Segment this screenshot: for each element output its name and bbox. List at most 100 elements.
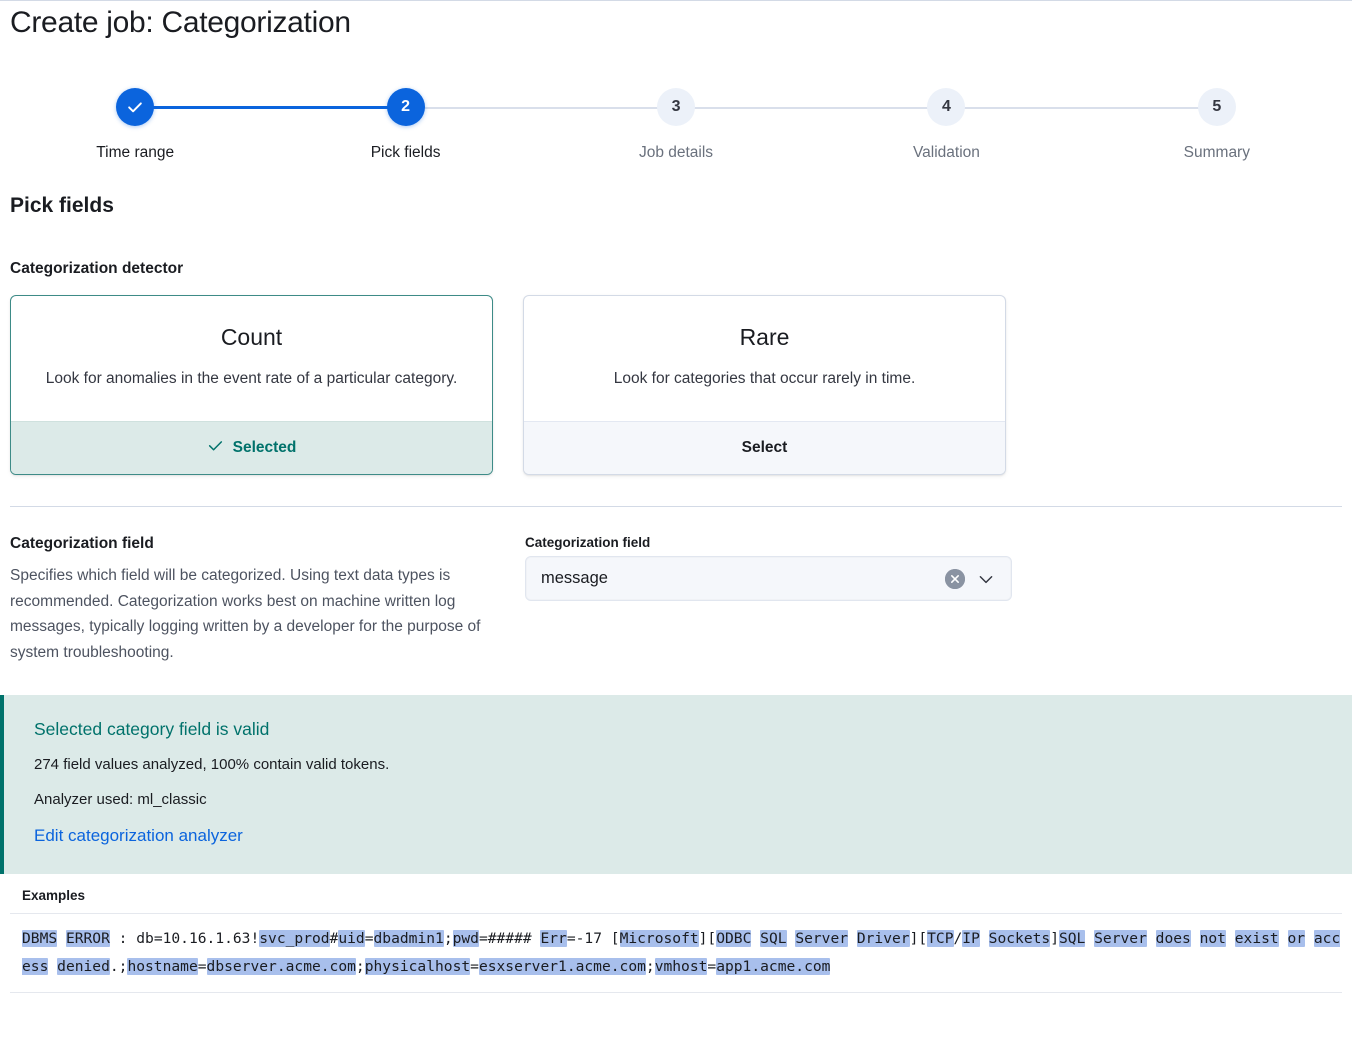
example-token: pwd [453, 930, 479, 947]
example-token: Driver [857, 930, 910, 947]
detector-card-count-action-label: Selected [233, 439, 297, 457]
example-separator: = [198, 958, 207, 975]
wizard-step-label: Pick fields [371, 144, 441, 162]
example-text: DBMS ERROR : db=10.16.1.63!svc_prod#uid=… [22, 925, 1342, 981]
example-token: uid [338, 930, 364, 947]
wizard-step-pick-fields[interactable]: 2 Pick fields [270, 88, 540, 162]
example-separator: ] [1050, 930, 1059, 947]
detector-card-count-body: Count Look for anomalies in the event ra… [11, 296, 492, 421]
edit-categorization-analyzer-link[interactable]: Edit categorization analyzer [34, 826, 243, 845]
example-separator [48, 958, 57, 975]
example-token: vmhost [655, 958, 708, 975]
example-separator: = [707, 958, 716, 975]
example-token: SQL [1059, 930, 1085, 947]
example-separator: .; [110, 958, 128, 975]
example-token: exist [1235, 930, 1279, 947]
categorization-field-info: Categorization field Specifies which fie… [10, 535, 515, 665]
example-token: Server [1094, 930, 1147, 947]
example-separator [1305, 930, 1314, 947]
page-title: Create job: Categorization [10, 3, 1352, 43]
wizard-step-marker: 3 [657, 88, 695, 126]
wizard-stepper: Time range 2 Pick fields 3 Job details 4Valid… [0, 88, 1352, 188]
example-token: physicalhost [365, 958, 470, 975]
example-separator: = [365, 930, 374, 947]
detector-card-rare-select-button[interactable]: Select [524, 421, 1005, 474]
section-divider [10, 506, 1342, 507]
example-token: Err [540, 930, 566, 947]
example-separator: =-17 [ [567, 930, 620, 947]
categorization-field-value[interactable]: message [526, 569, 945, 588]
example-separator: : db=10.16.1.63! [110, 930, 259, 947]
example-token: ODBC [716, 930, 751, 947]
example-token: dbserver.acme.com [207, 958, 356, 975]
wizard-step-marker: 4 [927, 88, 965, 126]
example-separator: = [470, 958, 479, 975]
examples-section: Examples DBMS ERROR : db=10.16.1.63!svc_… [0, 888, 1352, 993]
chevron-down-icon[interactable] [977, 570, 995, 588]
example-token: Server [795, 930, 848, 947]
example-separator [787, 930, 796, 947]
wizard-step-validation[interactable]: 4Validation [811, 88, 1081, 162]
wizard-step-label: Summary [1184, 144, 1250, 162]
example-separator [751, 930, 760, 947]
wizard-step-time-range[interactable]: Time range [0, 88, 270, 162]
example-token: dbadmin1 [374, 930, 444, 947]
categorization-field-section: Categorization field Specifies which fie… [10, 535, 1352, 665]
example-separator [1279, 930, 1288, 947]
categorization-detector-heading: Categorization detector [10, 260, 1352, 278]
example-token: TCP [927, 930, 953, 947]
example-separator: ; [646, 958, 655, 975]
example-separator: ][ [699, 930, 717, 947]
example-separator: / [954, 930, 963, 947]
example-token: Microsoft [620, 930, 699, 947]
example-separator: ; [444, 930, 453, 947]
example-separator [1085, 930, 1094, 947]
categorization-field-combobox[interactable]: message [525, 556, 1012, 601]
detector-card-count-description: Look for anomalies in the event rate of … [39, 366, 464, 391]
callout-analyzer: Analyzer used: ml_classic [34, 791, 1342, 808]
example-token: hostname [127, 958, 197, 975]
example-token: or [1288, 930, 1306, 947]
detector-card-rare[interactable]: Rare Look for categories that occur rare… [523, 295, 1006, 475]
example-separator [1147, 930, 1156, 947]
page-section-heading: Pick fields [10, 194, 1352, 218]
example-token: not [1200, 930, 1226, 947]
example-separator [980, 930, 989, 947]
example-token: svc_prod [259, 930, 329, 947]
categorization-field-description: Specifies which field will be categorize… [10, 563, 494, 665]
detector-card-rare-description: Look for categories that occur rarely in… [552, 366, 977, 391]
detector-card-count-title: Count [39, 322, 464, 352]
example-token: DBMS [22, 930, 57, 947]
wizard-step-label: Time range [96, 144, 174, 162]
detector-card-count[interactable]: Count Look for anomalies in the event ra… [10, 295, 493, 475]
detector-card-count-select-button[interactable]: Selected [11, 421, 492, 474]
callout-title: Selected category field is valid [34, 719, 1342, 740]
example-separator [848, 930, 857, 947]
wizard-step-job-details[interactable]: 3 Job details [541, 88, 811, 162]
example-token: app1.acme.com [716, 958, 830, 975]
example-separator: ][ [910, 930, 928, 947]
categorization-field-heading: Categorization field [10, 535, 515, 553]
example-token: Sockets [989, 930, 1051, 947]
check-icon [207, 437, 224, 459]
wizard-step-marker: 5 [1198, 88, 1236, 126]
example-token: does [1156, 930, 1191, 947]
example-separator [1226, 930, 1235, 947]
cross-in-circle-icon[interactable] [945, 569, 965, 589]
example-token: esxserver1.acme.com [479, 958, 646, 975]
wizard-step-label: Job details [639, 144, 713, 162]
wizard-step-summary[interactable]: 5 Summary [1082, 88, 1352, 162]
example-token: SQL [760, 930, 786, 947]
examples-title: Examples [22, 888, 1342, 903]
check-icon [116, 88, 154, 126]
example-token: IP [962, 930, 980, 947]
example-row: DBMS ERROR : db=10.16.1.63!svc_prod#uid=… [10, 914, 1342, 993]
category-field-validity-callout: Selected category field is valid 274 fie… [0, 695, 1352, 874]
example-separator [57, 930, 66, 947]
categorization-field-control: Categorization field message [525, 535, 1012, 665]
detector-card-list: Count Look for anomalies in the event ra… [10, 295, 1352, 475]
example-token: denied [57, 958, 110, 975]
detector-card-rare-action-label: Select [742, 439, 788, 457]
wizard-step-marker: 2 [387, 88, 425, 126]
example-separator: =##### [479, 930, 541, 947]
